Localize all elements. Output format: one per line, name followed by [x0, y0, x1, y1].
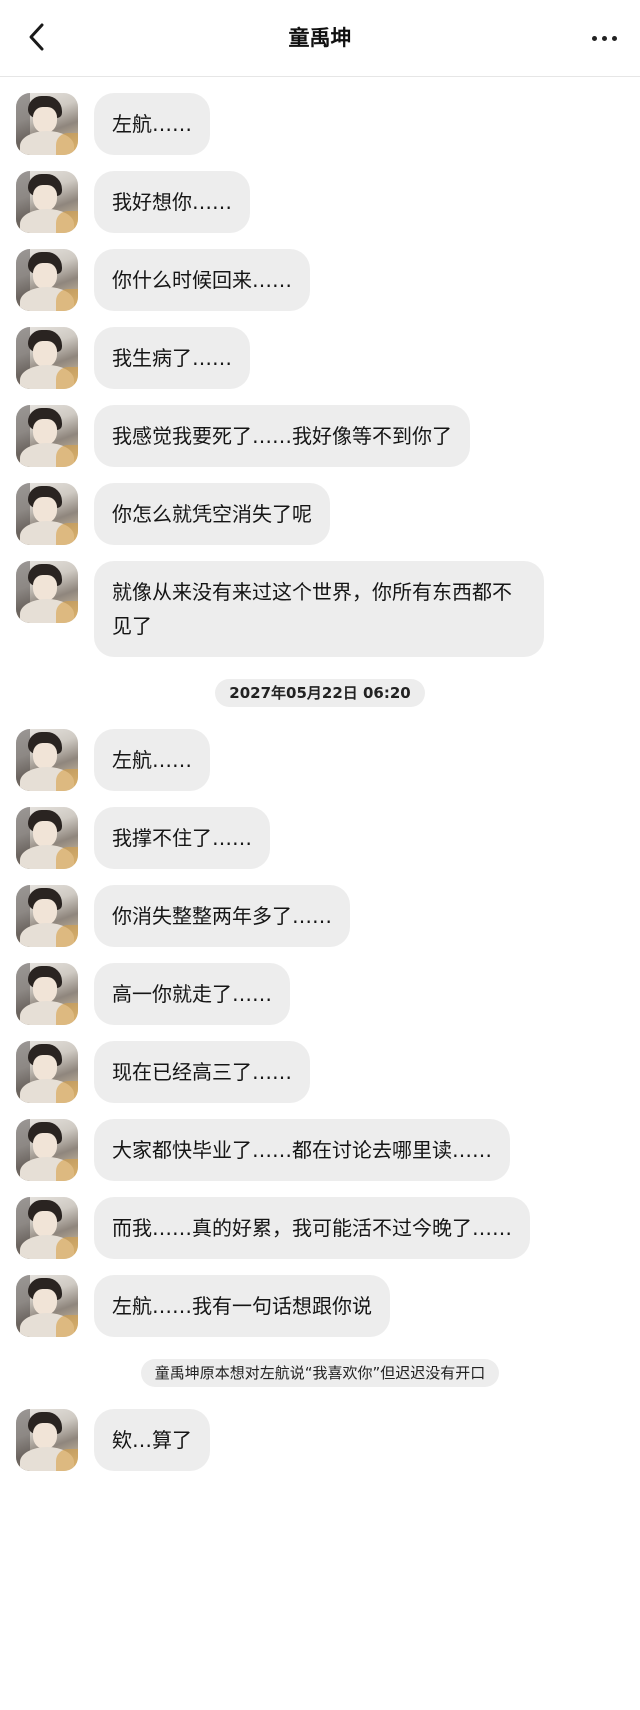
message-row: 高一你就走了……: [16, 963, 640, 1025]
more-dot: [601, 35, 607, 41]
avatar-face: [33, 341, 57, 367]
message-row: 我感觉我要死了……我好像等不到你了: [16, 405, 640, 467]
contact-avatar[interactable]: [16, 171, 78, 233]
message-bubble[interactable]: 高一你就走了……: [94, 963, 290, 1025]
chat-title: 童禹坤: [288, 26, 352, 50]
message-row: 现在已经高三了……: [16, 1041, 640, 1103]
avatar-glow: [56, 1237, 78, 1259]
avatar-glow: [56, 523, 78, 545]
message-bubble[interactable]: 现在已经高三了……: [94, 1041, 310, 1103]
contact-avatar[interactable]: [16, 1409, 78, 1471]
message-row: 你消失整整两年多了……: [16, 885, 640, 947]
avatar-glow: [56, 445, 78, 467]
message-bubble[interactable]: 我生病了……: [94, 327, 250, 389]
contact-avatar[interactable]: [16, 249, 78, 311]
avatar-glow: [56, 847, 78, 869]
avatar-face: [33, 899, 57, 925]
message-bubble[interactable]: 你怎么就凭空消失了呢: [94, 483, 330, 545]
contact-avatar[interactable]: [16, 483, 78, 545]
message-row: 你怎么就凭空消失了呢: [16, 483, 640, 545]
contact-avatar[interactable]: [16, 963, 78, 1025]
avatar-glow: [56, 769, 78, 791]
contact-avatar[interactable]: [16, 1275, 78, 1337]
message-row: 欸…算了: [16, 1409, 640, 1471]
avatar-face: [33, 743, 57, 769]
message-bubble[interactable]: 你什么时候回来……: [94, 249, 310, 311]
avatar-glow: [56, 601, 78, 623]
message-bubble[interactable]: 左航……我有一句话想跟你说: [94, 1275, 390, 1337]
message-bubble[interactable]: 欸…算了: [94, 1409, 210, 1471]
message-group: 左航…… 我撑不住了…… 你消失整整两年多了…… 高一你就走了…… 现在已经高三了…… 大…: [0, 729, 640, 1337]
avatar-face: [33, 1289, 57, 1315]
avatar-glow: [56, 1159, 78, 1181]
message-row: 我好想你……: [16, 171, 640, 233]
message-bubble[interactable]: 我感觉我要死了……我好像等不到你了: [94, 405, 470, 467]
avatar-face: [33, 185, 57, 211]
avatar-face: [33, 977, 57, 1003]
contact-avatar[interactable]: [16, 1041, 78, 1103]
avatar-glow: [56, 211, 78, 233]
message-row: 大家都快毕业了……都在讨论去哪里读……: [16, 1119, 640, 1181]
chat-header: 童禹坤: [0, 0, 640, 77]
message-row: 而我……真的好累，我可能活不过今晚了……: [16, 1197, 640, 1259]
message-row: 你什么时候回来……: [16, 249, 640, 311]
more-button[interactable]: [584, 22, 624, 54]
avatar-glow: [56, 925, 78, 947]
message-row: 我撑不住了……: [16, 807, 640, 869]
message-bubble[interactable]: 我撑不住了……: [94, 807, 270, 869]
message-bubble[interactable]: 就像从来没有来过这个世界，你所有东西都不见了: [94, 561, 544, 657]
avatar-glow: [56, 1003, 78, 1025]
more-horizontal-icon: [591, 35, 597, 41]
message-row: 左航……: [16, 93, 640, 155]
message-row: 左航……我有一句话想跟你说: [16, 1275, 640, 1337]
message-group: 欸…算了: [0, 1409, 640, 1471]
contact-avatar[interactable]: [16, 1197, 78, 1259]
avatar-face: [33, 107, 57, 133]
message-bubble[interactable]: 你消失整整两年多了……: [94, 885, 350, 947]
contact-avatar[interactable]: [16, 561, 78, 623]
avatar-glow: [56, 1315, 78, 1337]
message-bubble[interactable]: 左航……: [94, 729, 210, 791]
avatar-face: [33, 1423, 57, 1449]
avatar-glow: [56, 1081, 78, 1103]
more-dot: [611, 35, 617, 41]
avatar-face: [33, 263, 57, 289]
message-row: 就像从来没有来过这个世界，你所有东西都不见了: [16, 561, 640, 657]
avatar-face: [33, 575, 57, 601]
contact-avatar[interactable]: [16, 1119, 78, 1181]
avatar-glow: [56, 289, 78, 311]
contact-avatar[interactable]: [16, 885, 78, 947]
avatar-face: [33, 497, 57, 523]
timestamp-badge: 2027年05月22日 06:20: [215, 679, 425, 707]
contact-avatar[interactable]: [16, 327, 78, 389]
contact-avatar[interactable]: [16, 729, 78, 791]
avatar-face: [33, 419, 57, 445]
message-list[interactable]: 左航…… 我好想你…… 你什么时候回来…… 我生病了…… 我感觉我要死了……我好像等不到…: [0, 77, 640, 1471]
avatar-glow: [56, 367, 78, 389]
avatar-face: [33, 1055, 57, 1081]
avatar-face: [33, 1133, 57, 1159]
avatar-glow: [56, 1449, 78, 1471]
message-bubble[interactable]: 大家都快毕业了……都在讨论去哪里读……: [94, 1119, 510, 1181]
avatar-glow: [56, 133, 78, 155]
contact-avatar[interactable]: [16, 93, 78, 155]
message-bubble[interactable]: 我好想你……: [94, 171, 250, 233]
contact-avatar[interactable]: [16, 807, 78, 869]
message-row: 左航……: [16, 729, 640, 791]
system-notice: 童禹坤原本想对左航说“我喜欢你”但迟迟没有开口: [140, 1359, 500, 1387]
message-bubble[interactable]: 左航……: [94, 93, 210, 155]
avatar-face: [33, 821, 57, 847]
message-group: 左航…… 我好想你…… 你什么时候回来…… 我生病了…… 我感觉我要死了……我好像等不到…: [0, 93, 640, 657]
system-notice-row: 童禹坤原本想对左航说“我喜欢你”但迟迟没有开口: [0, 1359, 640, 1387]
contact-avatar[interactable]: [16, 405, 78, 467]
avatar-face: [33, 1211, 57, 1237]
message-bubble[interactable]: 而我……真的好累，我可能活不过今晚了……: [94, 1197, 530, 1259]
message-row: 我生病了……: [16, 327, 640, 389]
timestamp-row: 2027年05月22日 06:20: [0, 679, 640, 707]
